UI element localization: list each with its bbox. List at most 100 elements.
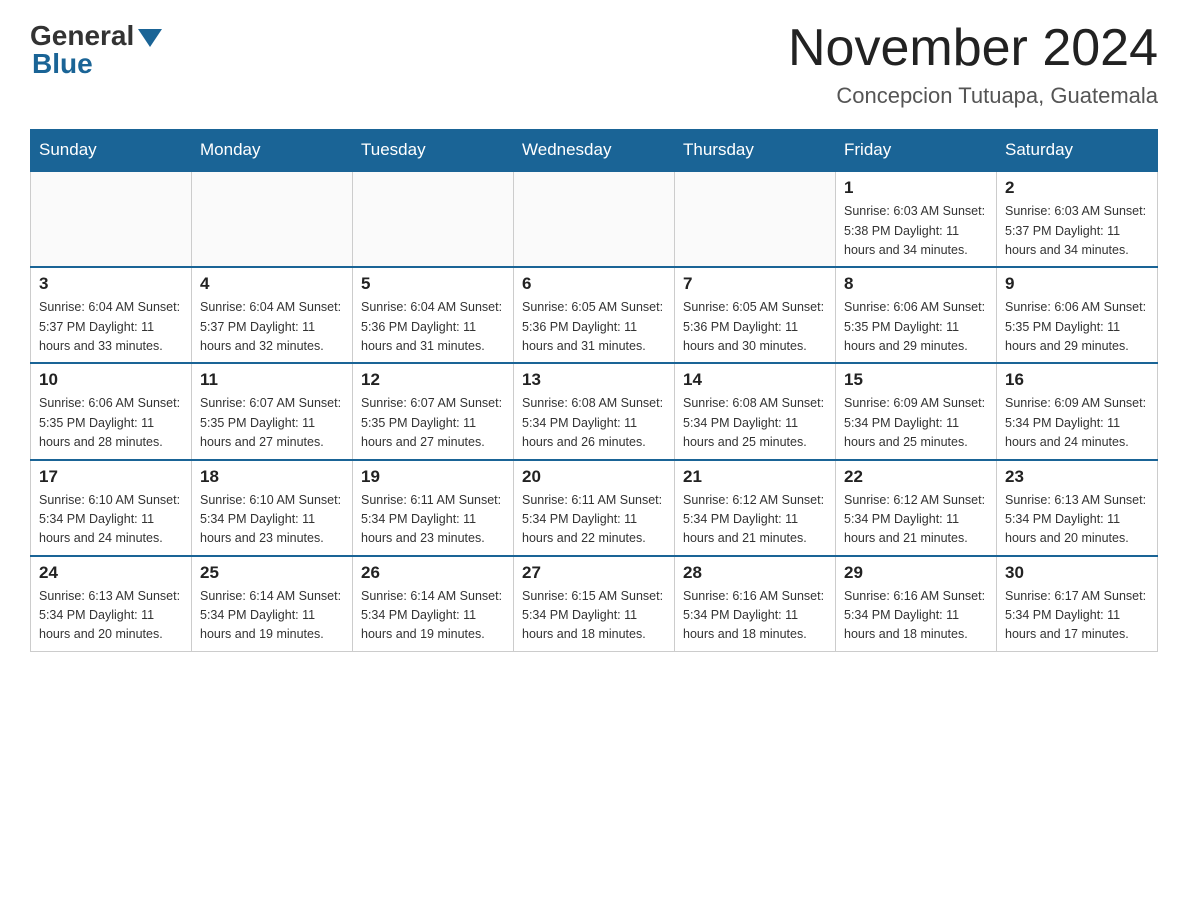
calendar-cell: 24 Sunrise: 6:13 AM Sunset: 5:34 PM Dayli… [31,556,192,652]
day-number: 4 [200,274,344,294]
calendar-cell: 10 Sunrise: 6:06 AM Sunset: 5:35 PM Dayli… [31,363,192,459]
day-number: 22 [844,467,988,487]
day-info: Sunrise: 6:09 AM Sunset: 5:34 PM Dayligh… [1005,394,1149,452]
day-number: 26 [361,563,505,583]
day-number: 1 [844,178,988,198]
calendar-cell: 1 Sunrise: 6:03 AM Sunset: 5:38 PM Daylig… [836,171,997,267]
calendar-table: SundayMondayTuesdayWednesdayThursdayFrid… [30,129,1158,652]
day-info: Sunrise: 6:09 AM Sunset: 5:34 PM Dayligh… [844,394,988,452]
calendar-cell [675,171,836,267]
day-number: 19 [361,467,505,487]
day-info: Sunrise: 6:12 AM Sunset: 5:34 PM Dayligh… [683,491,827,549]
calendar-cell: 26 Sunrise: 6:14 AM Sunset: 5:34 PM Dayli… [353,556,514,652]
calendar-cell: 22Sunrise: 6:12 AM Sunset: 5:34 PM Dayli… [836,460,997,556]
day-number: 8 [844,274,988,294]
day-number: 21 [683,467,827,487]
day-info: Sunrise: 6:08 AM Sunset: 5:34 PM Dayligh… [522,394,666,452]
calendar-cell: 2Sunrise: 6:03 AM Sunset: 5:37 PM Daylig… [997,171,1158,267]
calendar-cell: 13 Sunrise: 6:08 AM Sunset: 5:34 PM Dayli… [514,363,675,459]
calendar-cell: 29 Sunrise: 6:16 AM Sunset: 5:34 PM Dayli… [836,556,997,652]
calendar-cell: 30 Sunrise: 6:17 AM Sunset: 5:34 PM Dayli… [997,556,1158,652]
day-info: Sunrise: 6:07 AM Sunset: 5:35 PM Dayligh… [361,394,505,452]
day-number: 16 [1005,370,1149,390]
calendar-cell: 14 Sunrise: 6:08 AM Sunset: 5:34 PM Dayli… [675,363,836,459]
week-row-4: 17 Sunrise: 6:10 AM Sunset: 5:34 PM Dayli… [31,460,1158,556]
day-info: Sunrise: 6:16 AM Sunset: 5:34 PM Dayligh… [683,587,827,645]
day-info: Sunrise: 6:14 AM Sunset: 5:34 PM Dayligh… [200,587,344,645]
day-number: 29 [844,563,988,583]
day-info: Sunrise: 6:17 AM Sunset: 5:34 PM Dayligh… [1005,587,1149,645]
weekday-header-saturday: Saturday [997,130,1158,172]
day-info: Sunrise: 6:11 AM Sunset: 5:34 PM Dayligh… [522,491,666,549]
day-number: 9 [1005,274,1149,294]
day-number: 18 [200,467,344,487]
weekday-header-row: SundayMondayTuesdayWednesdayThursdayFrid… [31,130,1158,172]
calendar-cell: 7Sunrise: 6:05 AM Sunset: 5:36 PM Daylig… [675,267,836,363]
calendar-cell [353,171,514,267]
day-number: 24 [39,563,183,583]
logo-blue-text: Blue [32,48,93,80]
calendar-cell: 6 Sunrise: 6:05 AM Sunset: 5:36 PM Daylig… [514,267,675,363]
day-number: 27 [522,563,666,583]
day-info: Sunrise: 6:15 AM Sunset: 5:34 PM Dayligh… [522,587,666,645]
calendar-cell: 16 Sunrise: 6:09 AM Sunset: 5:34 PM Dayli… [997,363,1158,459]
calendar-cell: 17Sunrise: 6:10 AM Sunset: 5:34 PM Dayli… [31,460,192,556]
page-header: General Blue November 2024 Concepcion Tu… [30,20,1158,109]
day-number: 11 [200,370,344,390]
calendar-cell: 28 Sunrise: 6:16 AM Sunset: 5:34 PM Dayli… [675,556,836,652]
day-number: 7 [683,274,827,294]
day-info: Sunrise: 6:13 AM Sunset: 5:34 PM Dayligh… [39,587,183,645]
day-number: 6 [522,274,666,294]
weekday-header-monday: Monday [192,130,353,172]
week-row-3: 10 Sunrise: 6:06 AM Sunset: 5:35 PM Dayli… [31,363,1158,459]
day-info: Sunrise: 6:04 AM Sunset: 5:37 PM Dayligh… [39,298,183,356]
day-info: Sunrise: 6:04 AM Sunset: 5:37 PM Dayligh… [200,298,344,356]
day-number: 10 [39,370,183,390]
weekday-header-sunday: Sunday [31,130,192,172]
day-number: 30 [1005,563,1149,583]
day-info: Sunrise: 6:08 AM Sunset: 5:34 PM Dayligh… [683,394,827,452]
day-info: Sunrise: 6:03 AM Sunset: 5:37 PM Dayligh… [1005,202,1149,260]
month-title: November 2024 [788,20,1158,77]
calendar-cell: 11 Sunrise: 6:07 AM Sunset: 5:35 PM Dayli… [192,363,353,459]
location-title: Concepcion Tutuapa, Guatemala [788,83,1158,109]
day-number: 12 [361,370,505,390]
day-info: Sunrise: 6:06 AM Sunset: 5:35 PM Dayligh… [39,394,183,452]
day-info: Sunrise: 6:16 AM Sunset: 5:34 PM Dayligh… [844,587,988,645]
calendar-cell: 3 Sunrise: 6:04 AM Sunset: 5:37 PM Daylig… [31,267,192,363]
calendar-cell: 5 Sunrise: 6:04 AM Sunset: 5:36 PM Daylig… [353,267,514,363]
day-number: 3 [39,274,183,294]
day-number: 5 [361,274,505,294]
calendar-cell: 27 Sunrise: 6:15 AM Sunset: 5:34 PM Dayli… [514,556,675,652]
day-info: Sunrise: 6:14 AM Sunset: 5:34 PM Dayligh… [361,587,505,645]
weekday-header-tuesday: Tuesday [353,130,514,172]
day-info: Sunrise: 6:07 AM Sunset: 5:35 PM Dayligh… [200,394,344,452]
day-info: Sunrise: 6:10 AM Sunset: 5:34 PM Dayligh… [200,491,344,549]
day-number: 28 [683,563,827,583]
day-info: Sunrise: 6:03 AM Sunset: 5:38 PM Dayligh… [844,202,988,260]
calendar-cell [514,171,675,267]
calendar-cell: 19 Sunrise: 6:11 AM Sunset: 5:34 PM Dayli… [353,460,514,556]
logo: General Blue [30,20,162,80]
day-info: Sunrise: 6:13 AM Sunset: 5:34 PM Dayligh… [1005,491,1149,549]
calendar-cell: 15Sunrise: 6:09 AM Sunset: 5:34 PM Dayli… [836,363,997,459]
calendar-cell: 20 Sunrise: 6:11 AM Sunset: 5:34 PM Dayli… [514,460,675,556]
day-info: Sunrise: 6:06 AM Sunset: 5:35 PM Dayligh… [1005,298,1149,356]
day-number: 13 [522,370,666,390]
logo-triangle-icon [138,29,162,47]
day-number: 17 [39,467,183,487]
title-area: November 2024 Concepcion Tutuapa, Guatem… [788,20,1158,109]
calendar-cell [31,171,192,267]
week-row-2: 3 Sunrise: 6:04 AM Sunset: 5:37 PM Daylig… [31,267,1158,363]
calendar-cell: 4 Sunrise: 6:04 AM Sunset: 5:37 PM Daylig… [192,267,353,363]
day-info: Sunrise: 6:04 AM Sunset: 5:36 PM Dayligh… [361,298,505,356]
weekday-header-thursday: Thursday [675,130,836,172]
day-info: Sunrise: 6:11 AM Sunset: 5:34 PM Dayligh… [361,491,505,549]
week-row-1: 1 Sunrise: 6:03 AM Sunset: 5:38 PM Daylig… [31,171,1158,267]
weekday-header-friday: Friday [836,130,997,172]
day-info: Sunrise: 6:06 AM Sunset: 5:35 PM Dayligh… [844,298,988,356]
day-number: 14 [683,370,827,390]
calendar-cell: 23Sunrise: 6:13 AM Sunset: 5:34 PM Dayli… [997,460,1158,556]
day-info: Sunrise: 6:05 AM Sunset: 5:36 PM Dayligh… [522,298,666,356]
day-number: 20 [522,467,666,487]
